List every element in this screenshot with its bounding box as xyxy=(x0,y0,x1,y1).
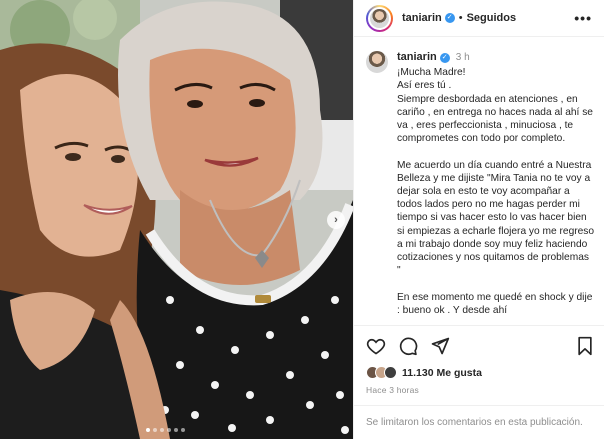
photo-illustration xyxy=(0,0,353,439)
bookmark-icon[interactable] xyxy=(576,336,594,356)
comments-disabled-notice: Se limitaron los comentarios en esta pub… xyxy=(354,405,604,439)
carousel-dot xyxy=(146,428,150,432)
header-separator: • xyxy=(458,12,463,24)
caption-text: ¡Mucha Madre! Así eres tú . Siempre desb… xyxy=(397,67,595,316)
post-sidebar: taniarin ✓ • Seguidos ••• taniarin ✓ 3 h… xyxy=(353,0,604,439)
posted-ago[interactable]: Hace 3 horas xyxy=(366,385,594,395)
likes-row: 11.130 Me gusta xyxy=(366,366,594,379)
post-photo[interactable]: › xyxy=(0,0,353,439)
likes-count[interactable]: 11.130 Me gusta xyxy=(402,367,482,379)
paper-plane-icon[interactable] xyxy=(430,336,450,356)
action-icons-row xyxy=(366,334,594,358)
caption-avatar[interactable] xyxy=(366,51,388,73)
comment-icon[interactable] xyxy=(398,336,418,356)
carousel-dot xyxy=(167,428,171,432)
verified-badge-icon: ✓ xyxy=(444,13,455,23)
next-photo-button[interactable]: › xyxy=(327,211,345,229)
caption-scroll-area[interactable]: taniarin ✓ 3 h ¡Mucha Madre! Así eres tú… xyxy=(354,38,604,324)
caption-username[interactable]: taniarin xyxy=(397,51,437,64)
carousel-dot xyxy=(174,428,178,432)
profile-avatar[interactable] xyxy=(366,4,393,32)
header-username[interactable]: taniarin xyxy=(402,12,442,24)
more-options-icon[interactable]: ••• xyxy=(574,10,592,26)
carousel-dot xyxy=(181,428,185,432)
carousel-dot xyxy=(153,428,157,432)
heart-icon[interactable] xyxy=(366,336,386,356)
carousel-dot xyxy=(160,428,164,432)
post-actions: 11.130 Me gusta Hace 3 horas xyxy=(354,325,604,395)
follow-status-button[interactable]: Seguidos xyxy=(467,12,517,24)
post-time[interactable]: 3 h xyxy=(456,51,470,64)
verified-badge-icon: ✓ xyxy=(439,52,450,63)
post-header: taniarin ✓ • Seguidos ••• xyxy=(354,0,604,37)
liker-avatars[interactable] xyxy=(366,366,397,379)
carousel-dots xyxy=(146,428,185,432)
caption-row: taniarin ✓ 3 h ¡Mucha Madre! Así eres tú… xyxy=(366,51,595,317)
